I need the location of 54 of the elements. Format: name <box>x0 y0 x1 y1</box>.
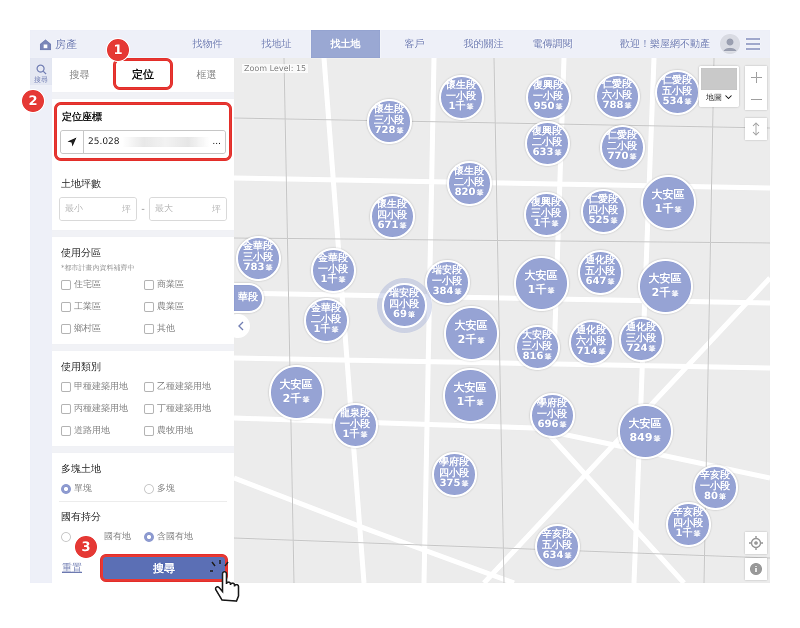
avatar-icon[interactable] <box>720 34 740 54</box>
section-title: 使用類別 <box>61 360 102 374</box>
section-title: 定位座標 <box>62 110 103 124</box>
reset-link[interactable]: 重置 <box>62 561 82 575</box>
range-dash: - <box>141 204 145 214</box>
step-number-badge: 2 <box>21 89 45 113</box>
zoom-out-button[interactable] <box>745 88 767 110</box>
zoom-in-button[interactable] <box>745 66 767 88</box>
vertical-arrows-icon <box>752 122 760 136</box>
nav-tab[interactable]: 找土地 <box>311 30 380 58</box>
zoning-checkbox[interactable]: 住宅區 <box>61 278 144 291</box>
chevron-down-icon <box>725 95 732 100</box>
nav-tab[interactable]: 我的關注 <box>449 30 518 58</box>
info-icon <box>750 563 762 575</box>
map-type-selector[interactable]: 地圖 <box>699 66 739 107</box>
search-icon <box>36 64 46 75</box>
section-title: 土地坪數 <box>61 178 102 191</box>
section-title: 使用分區 <box>61 247 102 260</box>
share-radio[interactable]: 含國有地 <box>144 530 227 543</box>
nav-tab[interactable]: 找物件 <box>173 30 242 58</box>
zoning-checkbox[interactable]: 商業區 <box>144 278 227 291</box>
vertical-arrows-button[interactable] <box>745 118 767 140</box>
search-button[interactable]: 搜尋 <box>100 554 228 582</box>
logo-text[interactable]: 房產 <box>55 36 77 52</box>
category-checkbox[interactable]: 丙種建築用地 <box>61 402 144 415</box>
navigation-arrow-icon <box>67 137 77 147</box>
category-checkbox[interactable]: 道路用地 <box>61 424 144 437</box>
category-checkbox[interactable]: 農牧用地 <box>144 424 227 437</box>
parcel-radio[interactable]: 單塊 <box>61 482 144 495</box>
map-placeholder[interactable] <box>234 58 770 583</box>
cluster-marker[interactable]: 華段 <box>234 283 264 313</box>
panel-tab[interactable]: 定位 <box>112 58 174 90</box>
section-title: 多塊土地 <box>61 462 102 476</box>
coordinate-field[interactable]: 25.028 ... <box>60 130 226 154</box>
nav-tab[interactable]: 找地址 <box>242 30 311 58</box>
section-title: 國有持分 <box>61 510 102 524</box>
greeting-text: 歡迎！樂屋網不動產 <box>620 38 710 51</box>
crosshair-icon <box>749 536 763 550</box>
zoom-level-text: Zoom Level: 15 <box>242 64 308 73</box>
nav-tab[interactable]: 客戶 <box>380 30 449 58</box>
info-button[interactable] <box>745 558 767 580</box>
category-checkbox[interactable]: 甲種建築用地 <box>61 380 144 393</box>
chevron-left-icon <box>238 321 244 331</box>
nav-tab[interactable]: 電傳調閱 <box>518 30 587 58</box>
locate-button[interactable] <box>745 532 767 554</box>
zoning-checkbox[interactable]: 鄉村區 <box>61 322 144 335</box>
plus-icon <box>750 72 762 82</box>
category-checkbox[interactable]: 丁種建築用地 <box>144 402 227 415</box>
menu-icon[interactable] <box>746 38 760 50</box>
zoning-checkbox[interactable]: 其他 <box>144 322 227 335</box>
parcel-radio[interactable]: 多塊 <box>144 482 227 495</box>
category-checkbox[interactable]: 乙種建築用地 <box>144 380 227 393</box>
zoning-checkbox[interactable]: 工業區 <box>61 300 144 313</box>
zoning-checkbox[interactable]: 農業區 <box>144 300 227 313</box>
